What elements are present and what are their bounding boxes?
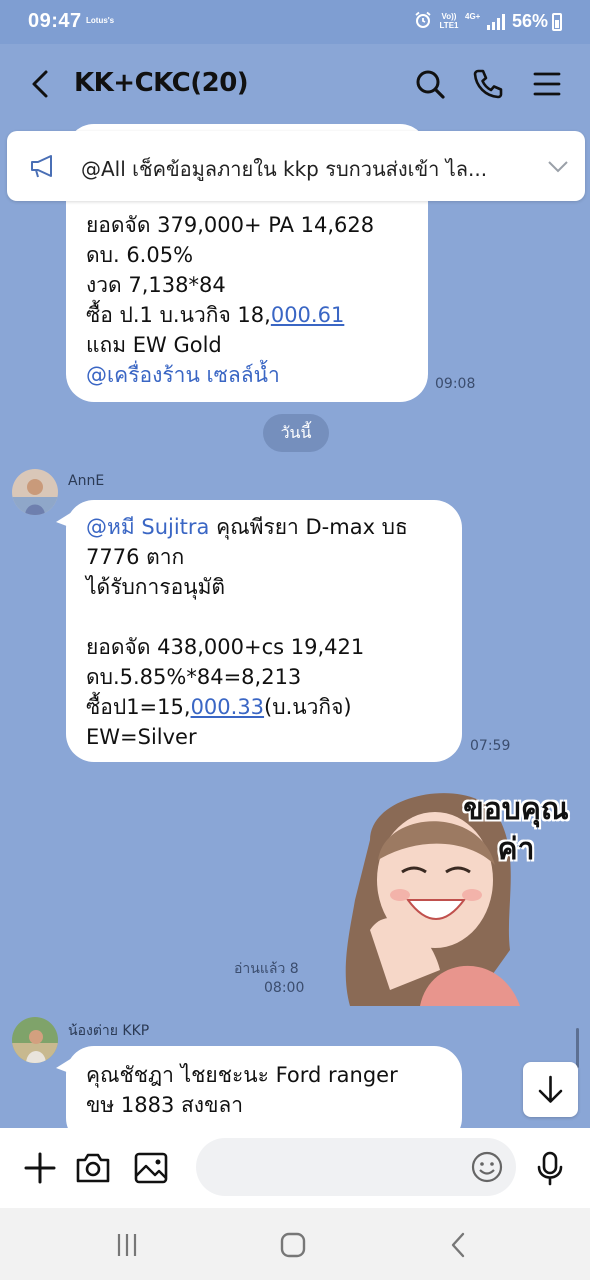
message-line: 7776 ตาก [86,545,185,569]
carrier-badge: Lotus's [86,16,115,25]
read-receipt: อ่านแล้ว 8 [234,961,299,977]
megaphone-icon [31,155,52,178]
emoji-icon[interactable] [470,1150,504,1184]
menu-icon[interactable] [527,64,567,104]
message-line: คุณชัชฎา ไชยชะนะ Ford ranger [86,1063,398,1087]
message-time: 09:08 [435,376,476,392]
sender-name: น้องต่าย KKP [68,1023,150,1039]
message-line: ดบ.5.85%*84=8,213 [86,665,302,689]
message-text: ซื้อ ป.1 บ.นวกิจ 18, [86,303,271,327]
phone-number-link[interactable]: 000.33 [191,695,264,719]
message-line: ยอดจัด 438,000+cs 19,421 [86,635,365,659]
system-nav-bar [0,1208,590,1280]
message-line: แถม EW Gold [86,333,222,357]
avatar-image [12,469,58,515]
battery-icon [552,13,562,31]
signal-icon [487,14,505,30]
mic-icon[interactable] [530,1148,570,1188]
mention-link[interactable]: @หมี Sujitra [86,515,209,539]
message-input-bar [0,1128,590,1208]
message-input[interactable] [196,1138,516,1196]
scroll-to-bottom-button[interactable] [523,1062,578,1117]
sticker-text: ขอบคุณ ค่า [463,792,569,867]
status-time: 09:47 [28,10,82,32]
network-indicator: 4G+ [465,12,481,21]
message-line: @หมี Sujitra คุณพีรยา D-max บธ [86,512,442,542]
message-bubble[interactable]: @หมี Sujitra คุณพีรยา D-max บธ 7776 ตาก … [66,500,462,762]
chat-title[interactable]: KK+CKC(20) [74,68,249,98]
avatar[interactable] [12,1017,58,1063]
plus-icon[interactable] [20,1148,60,1188]
phone-number-link[interactable]: 000.61 [271,303,344,327]
sender-name: AnnE [68,473,105,489]
sticker[interactable]: ขอบคุณ ค่า [330,780,580,1006]
status-bar: 09:47 Lotus's Vo)) LTE1 4G+ 56% [0,0,590,44]
image-icon[interactable] [131,1148,171,1188]
home-icon[interactable] [278,1230,308,1260]
back-nav-icon[interactable] [444,1230,474,1260]
message-line: ซื้อ ป.1 บ.นวกิจ 18,000.61 [86,300,408,330]
mention-link[interactable]: @เครื่องร้าน เซลล์น้ำ [86,360,408,390]
announcement-text: @All เช็คข้อมูลภายใน kkp รบกวนส่งเข้า ไล… [81,157,488,181]
arrow-down-icon [538,1075,563,1103]
announcement-banner[interactable]: @All เช็คข้อมูลภายใน kkp รบกวนส่งเข้า ไล… [7,131,585,201]
message-line: ได้รับการอนุมัติ [86,575,226,599]
camera-icon[interactable] [73,1148,113,1188]
message-time: 07:59 [470,738,511,754]
volte-indicator: Vo)) LTE1 [439,12,459,30]
chevron-down-icon[interactable] [545,153,571,179]
message-line: งวด 7,138*84 [86,273,226,297]
message-text: ซื้อป1=15, [86,695,191,719]
message-line: ซื้อป1=15,000.33(บ.นวกิจ) [86,692,442,722]
phone-icon[interactable] [468,64,508,104]
back-icon[interactable] [22,64,62,104]
message-line: ดบ. 6.05% [86,243,194,267]
message-line: EW=Silver [86,725,197,749]
avatar-image [12,1017,58,1063]
battery-percent: 56% [512,11,549,31]
chat-header: KK+CKC(20) [0,44,590,124]
message-time: 08:00 [264,980,305,996]
date-separator: วันนี้ [263,414,329,452]
avatar[interactable] [12,469,58,515]
alarm-icon [415,11,431,28]
message-line: ขษ 1883 สงขลา [86,1093,244,1117]
message-text: คุณพีรยา D-max บธ [209,515,408,539]
recent-apps-icon[interactable] [112,1230,142,1260]
search-icon[interactable] [410,64,450,104]
message-text: (บ.นวกิจ) [264,695,352,719]
message-line: ยอดจัด 379,000+ PA 14,628 [86,213,375,237]
